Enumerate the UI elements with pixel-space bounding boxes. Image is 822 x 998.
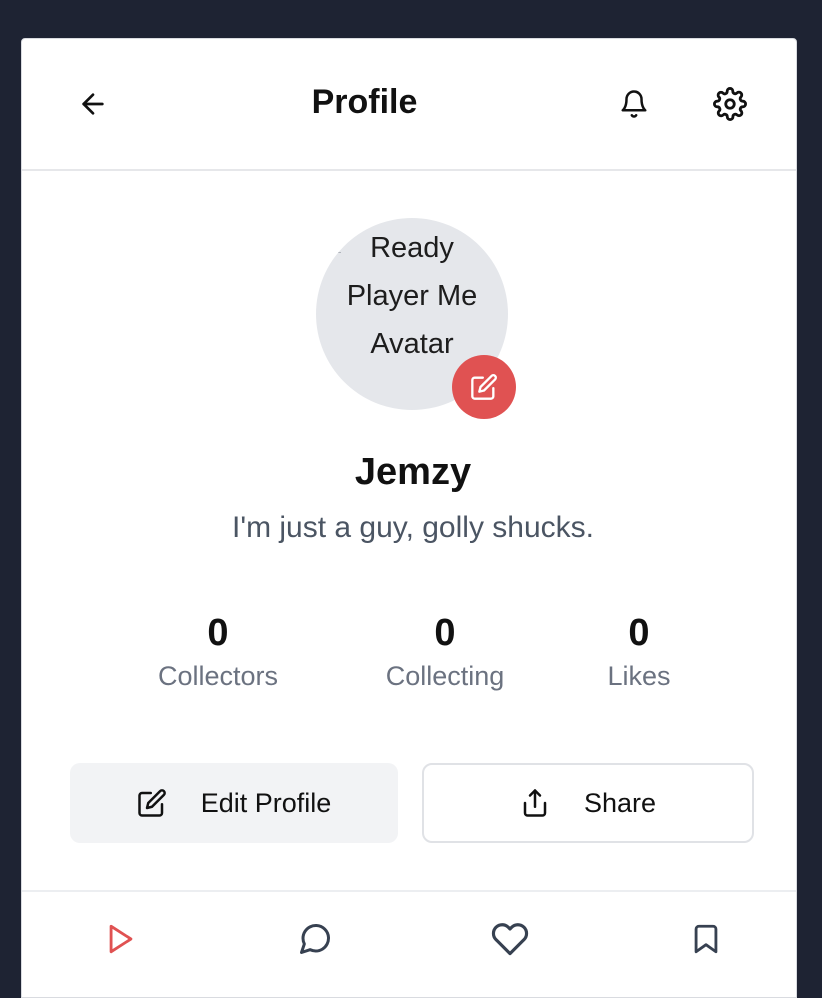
pencil-square-icon [137,788,167,818]
stat-likes[interactable]: 0 Likes [539,611,739,692]
nav-messages-button[interactable] [290,914,340,964]
bookmark-icon [694,924,718,954]
stat-value: 0 [434,612,456,654]
edit-profile-label: Edit Profile [200,787,332,818]
heart-icon [491,923,529,956]
bottom-nav [22,890,796,997]
page-title: Profile [311,83,418,121]
stat-label: Collecting [385,661,505,691]
header: Profile [22,39,796,171]
stat-value: 0 [207,612,229,654]
username: Jemzy [354,451,472,493]
user-bio: I'm just a guy, golly shucks. [232,511,594,544]
share-icon [520,788,550,818]
profile-card: Profile Ready Player Me Avatar Jemzy I'm… [21,38,797,998]
broken-image-icon [334,246,341,253]
nav-bookmarks-button[interactable] [681,914,731,964]
stat-label: Collectors [157,661,279,691]
nav-likes-button[interactable] [485,914,535,964]
share-label: Share [583,787,657,818]
settings-button[interactable] [705,79,755,129]
share-button[interactable]: Share [422,763,754,843]
bell-icon [621,90,647,118]
pencil-square-icon [471,374,497,400]
play-icon [109,924,133,954]
nav-play-button[interactable] [96,914,146,964]
avatar-container: Ready Player Me Avatar [316,218,516,419]
edit-profile-button[interactable]: Edit Profile [70,763,398,843]
chat-bubble-icon [300,923,331,954]
stat-value: 0 [628,612,650,654]
notifications-button[interactable] [609,79,659,129]
stat-collectors[interactable]: 0 Collectors [118,611,318,692]
edit-avatar-button[interactable] [452,355,516,419]
gear-icon [713,87,747,121]
stat-collecting[interactable]: 0 Collecting [345,611,545,692]
avatar-alt-text: Ready Player Me Avatar [332,224,492,368]
stat-label: Likes [607,661,671,691]
